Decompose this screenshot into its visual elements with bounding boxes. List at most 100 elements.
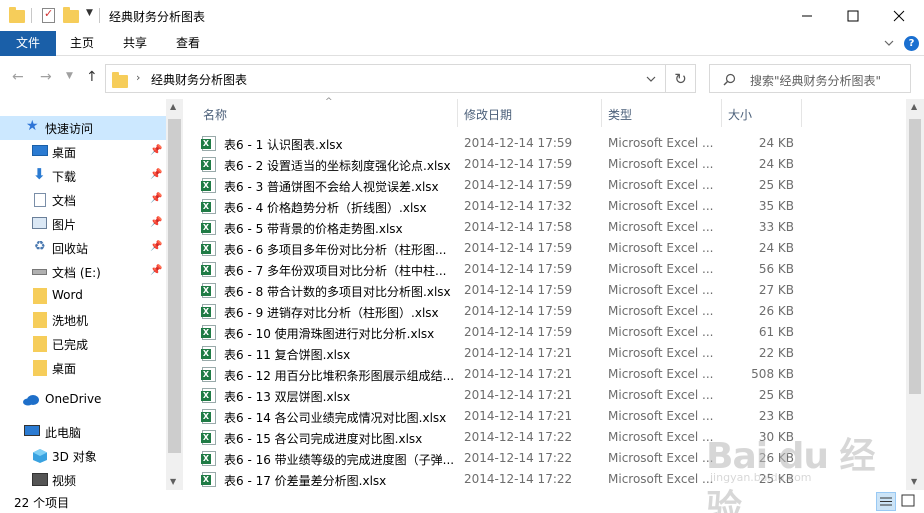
pin-icon[interactable]: 📌: [150, 241, 162, 252]
refresh-button[interactable]: ↻: [666, 64, 696, 93]
excel-file-icon: [201, 199, 216, 214]
sidebar-item-onedrive[interactable]: OneDrive: [0, 388, 166, 412]
file-type: Microsoft Excel ...: [608, 472, 714, 486]
computer-icon: [24, 425, 40, 436]
table-row[interactable]: 表6 - 6 多项目多年份对比分析（柱形图... 2014-12-14 17:59…: [201, 238, 902, 259]
expand-ribbon-icon[interactable]: [884, 40, 894, 47]
file-list-scrollbar-thumb[interactable]: [909, 119, 921, 394]
table-row[interactable]: 表6 - 9 进销存对比分析（柱形图）.xlsx 2014-12-14 17:59…: [201, 301, 902, 322]
scroll-up-icon[interactable]: ▲: [911, 102, 917, 111]
breadcrumb-separator-icon[interactable]: ›: [136, 71, 140, 84]
file-size: 22 KB: [758, 346, 794, 360]
sidebar-item-drive-e[interactable]: 文档 (E:) 📌: [0, 260, 166, 284]
sidebar-item-documents[interactable]: 文档 📌: [0, 188, 166, 212]
tab-home[interactable]: 主页: [56, 31, 108, 56]
table-row[interactable]: 表6 - 1 认识图表.xlsx 2014-12-14 17:59 Microsof…: [201, 133, 902, 154]
recent-locations-icon[interactable]: ▼: [66, 71, 73, 81]
quick-access-dropdown-icon[interactable]: ▼: [86, 8, 93, 18]
file-size: 24 KB: [758, 136, 794, 150]
file-date: 2014-12-14 17:59: [464, 241, 573, 255]
table-row[interactable]: 表6 - 12 用百分比堆积条形图展示组成结... 2014-12-14 17:2…: [201, 364, 902, 385]
sidebar-item-desktop-folder[interactable]: 桌面: [0, 356, 166, 380]
column-divider[interactable]: [457, 99, 458, 127]
file-date: 2014-12-14 17:59: [464, 325, 573, 339]
pin-icon[interactable]: 📌: [150, 193, 162, 204]
file-size: 61 KB: [758, 325, 794, 339]
pin-icon[interactable]: 📌: [150, 217, 162, 228]
table-row[interactable]: 表6 - 7 多年份双项目对比分析（柱中柱... 2014-12-14 17:59…: [201, 259, 902, 280]
file-size: 25 KB: [758, 178, 794, 192]
search-input[interactable]: 搜索"经典财务分析图表": [709, 64, 911, 93]
file-list-scrollbar[interactable]: ▲ ▼: [906, 99, 924, 490]
cloud-icon: [23, 395, 39, 406]
back-icon[interactable]: ←: [12, 69, 24, 85]
table-row[interactable]: 表6 - 2 设置适当的坐标刻度强化论点.xlsx 2014-12-14 17:5…: [201, 154, 902, 175]
up-icon[interactable]: ↑: [86, 69, 98, 85]
sidebar-item-recycle-bin[interactable]: ♻ 回收站 📌: [0, 236, 166, 260]
maximize-button[interactable]: [830, 0, 876, 31]
sidebar-item-folder[interactable]: 洗地机: [0, 308, 166, 332]
table-row[interactable]: 表6 - 4 价格趋势分析（折线图）.xlsx 2014-12-14 17:32 M…: [201, 196, 902, 217]
file-name: 表6 - 15 各公司完成进度对比图.xlsx: [224, 432, 423, 446]
ribbon-tabs: 文件 主页 共享 查看 ?: [0, 31, 924, 56]
column-header-size[interactable]: 大小: [728, 106, 752, 123]
table-row[interactable]: 表6 - 8 带合计数的多项目对比分析图.xlsx 2014-12-14 17:5…: [201, 280, 902, 301]
sidebar-item-pictures[interactable]: 图片 📌: [0, 212, 166, 236]
excel-file-icon: [201, 409, 216, 424]
pin-icon[interactable]: 📌: [150, 145, 162, 156]
column-divider[interactable]: [721, 99, 722, 127]
new-folder-icon[interactable]: [63, 7, 79, 23]
column-header-type[interactable]: 类型: [608, 106, 632, 123]
table-row[interactable]: 表6 - 11 复合饼图.xlsx 2014-12-14 17:21 Microso…: [201, 343, 902, 364]
sidebar-item-quick-access[interactable]: ★ 快速访问: [0, 116, 166, 140]
chevron-down-icon[interactable]: [646, 76, 656, 83]
table-row[interactable]: 表6 - 14 各公司业绩完成情况对比图.xlsx 2014-12-14 17:2…: [201, 406, 902, 427]
address-bar[interactable]: › 经典财务分析图表: [105, 64, 666, 93]
sidebar-item-3d-objects[interactable]: 3D 对象: [0, 444, 166, 468]
pin-icon[interactable]: 📌: [150, 169, 162, 180]
excel-file-icon: [201, 430, 216, 445]
star-icon: ★: [26, 118, 39, 134]
sidebar-item-desktop[interactable]: 桌面 📌: [0, 140, 166, 164]
column-header-date[interactable]: 修改日期: [464, 106, 512, 123]
table-row[interactable]: 表6 - 5 带背景的价格走势图.xlsx 2014-12-14 17:58 Mic…: [201, 217, 902, 238]
file-name: 表6 - 14 各公司业绩完成情况对比图.xlsx: [224, 411, 447, 425]
scroll-down-icon[interactable]: ▼: [170, 477, 176, 486]
scroll-down-icon[interactable]: ▼: [911, 477, 917, 486]
file-size: 24 KB: [758, 157, 794, 171]
table-row[interactable]: 表6 - 10 使用滑珠图进行对比分析.xlsx 2014-12-14 17:59…: [201, 322, 902, 343]
table-row[interactable]: 表6 - 13 双层饼图.xlsx 2014-12-14 17:21 Microso…: [201, 385, 902, 406]
tab-share[interactable]: 共享: [108, 31, 162, 56]
file-type: Microsoft Excel ...: [608, 430, 714, 444]
table-row[interactable]: 表6 - 3 普通饼图不会给人视觉误差.xlsx 2014-12-14 17:59…: [201, 175, 902, 196]
properties-icon[interactable]: [42, 7, 55, 23]
tab-file[interactable]: 文件: [0, 31, 56, 56]
sidebar-item-completed[interactable]: 已完成: [0, 332, 166, 356]
file-name: 表6 - 5 带背景的价格走势图.xlsx: [224, 222, 403, 236]
column-divider[interactable]: [801, 99, 802, 127]
close-button[interactable]: [876, 0, 922, 31]
file-type: Microsoft Excel ...: [608, 157, 714, 171]
pin-icon[interactable]: 📌: [150, 265, 162, 276]
nav-scrollbar-thumb[interactable]: [168, 119, 181, 453]
sidebar-item-videos[interactable]: 视频: [0, 468, 166, 492]
file-size: 24 KB: [758, 241, 794, 255]
scroll-up-icon[interactable]: ▲: [170, 102, 176, 111]
breadcrumb[interactable]: 经典财务分析图表: [151, 71, 247, 88]
file-date: 2014-12-14 17:59: [464, 157, 573, 171]
column-header-name[interactable]: 名称: [203, 106, 227, 123]
file-date: 2014-12-14 17:59: [464, 304, 573, 318]
minimize-button[interactable]: [784, 0, 830, 31]
sidebar-item-this-pc[interactable]: 此电脑: [0, 420, 166, 444]
file-type: Microsoft Excel ...: [608, 199, 714, 213]
column-divider[interactable]: [601, 99, 602, 127]
sidebar-item-downloads[interactable]: ⬇ 下载 📌: [0, 164, 166, 188]
help-icon[interactable]: ?: [904, 36, 919, 51]
tab-view[interactable]: 查看: [162, 31, 214, 56]
sidebar-item-word[interactable]: Word: [0, 284, 166, 308]
excel-file-icon: [201, 262, 216, 277]
folder-icon: [33, 336, 47, 352]
forward-icon[interactable]: →: [40, 69, 52, 85]
nav-scrollbar[interactable]: ▲ ▼: [166, 99, 183, 490]
item-count: 22 个项目: [14, 496, 70, 510]
